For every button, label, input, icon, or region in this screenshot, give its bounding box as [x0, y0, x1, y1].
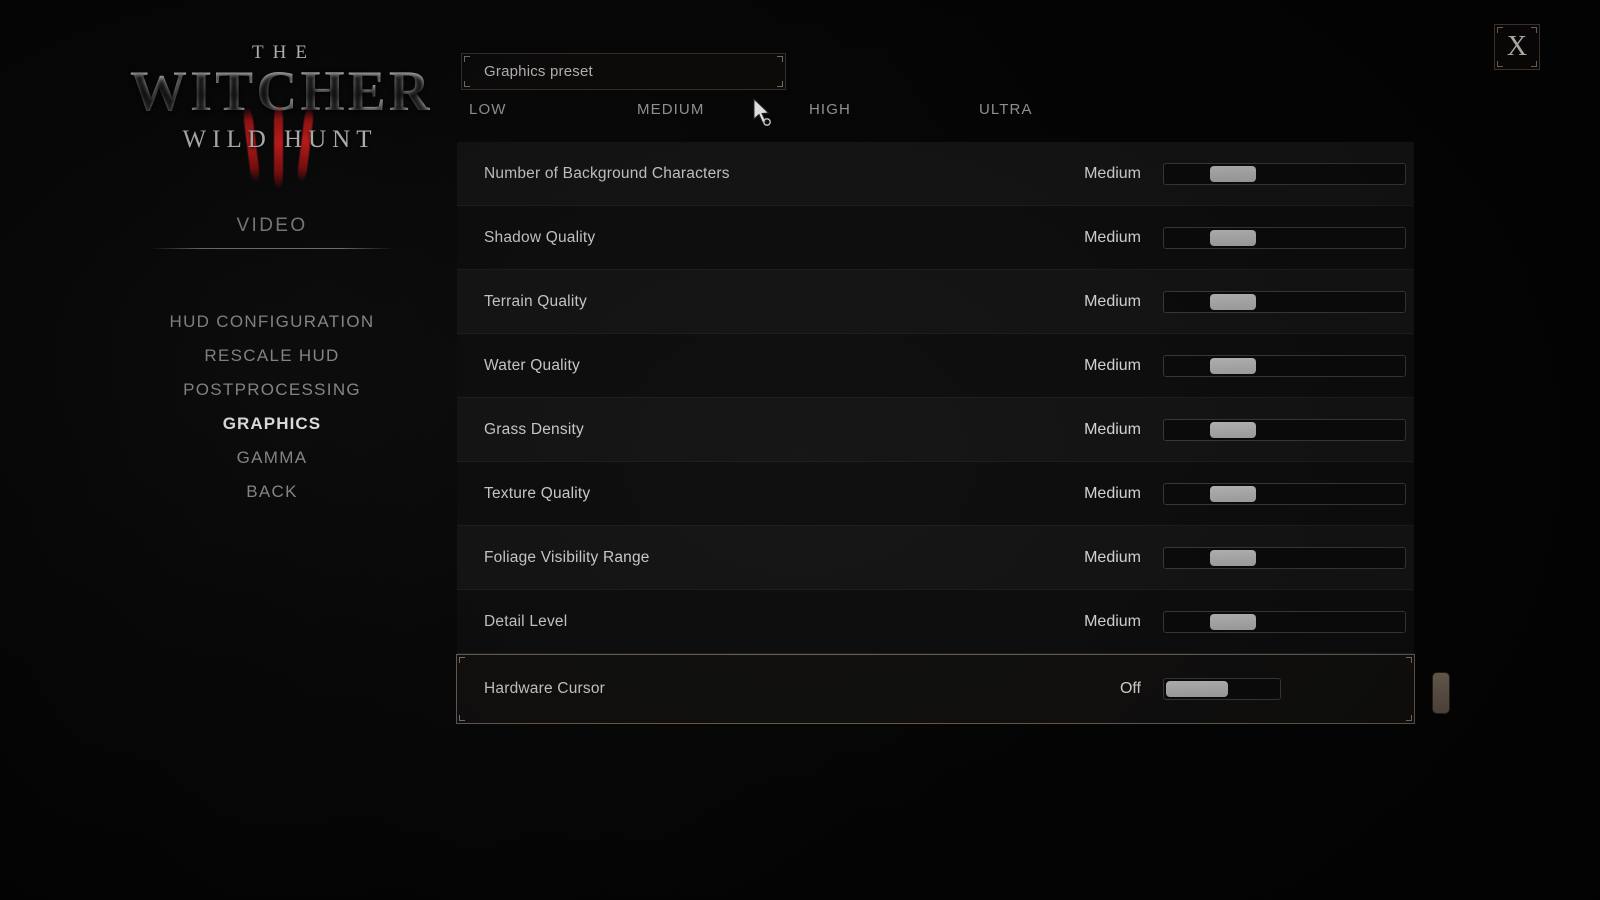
- setting-slider[interactable]: [1163, 678, 1281, 700]
- settings-row[interactable]: Shadow Quality Medium: [457, 206, 1414, 270]
- setting-slider[interactable]: [1163, 290, 1406, 313]
- logo-witcher-text: WITCHER: [130, 60, 433, 123]
- setting-slider[interactable]: [1163, 482, 1406, 505]
- sidebar-item-graphics[interactable]: GRAPHICS: [150, 407, 394, 441]
- setting-label: Foliage Visibility Range: [484, 548, 650, 566]
- settings-row[interactable]: Hardware Cursor Off: [456, 654, 1415, 724]
- setting-slider[interactable]: [1163, 162, 1406, 185]
- preset-tick-labels: LOW MEDIUM HIGH ULTRA: [461, 101, 1061, 125]
- settings-row[interactable]: Detail Level Medium: [457, 590, 1414, 654]
- corner-mark-br: [1406, 715, 1412, 721]
- slider-thumb[interactable]: [1166, 681, 1228, 697]
- settings-row[interactable]: Terrain Quality Medium: [457, 270, 1414, 334]
- sidebar-item-gamma[interactable]: GAMMA: [150, 441, 394, 475]
- sidebar-item-back[interactable]: BACK: [150, 475, 394, 509]
- setting-value: Medium: [1084, 484, 1141, 502]
- sidebar-menu: HUD CONFIGURATION RESCALE HUD POSTPROCESSI…: [150, 305, 394, 509]
- logo-wild-hunt-text: WILD HUNT: [182, 126, 378, 154]
- slider-thumb[interactable]: [1209, 549, 1256, 566]
- corner-mark-bl: [464, 81, 470, 87]
- corner-mark-tl: [1497, 27, 1503, 33]
- settings-row[interactable]: Water Quality Medium: [457, 334, 1414, 398]
- corner-mark-tr: [1531, 27, 1537, 33]
- scrollbar[interactable]: [1432, 148, 1450, 714]
- graphics-preset-label: Graphics preset: [484, 63, 593, 80]
- slider-thumb[interactable]: [1209, 485, 1256, 502]
- corner-mark-br: [1531, 61, 1537, 67]
- setting-value: Medium: [1084, 420, 1141, 438]
- slider-thumb[interactable]: [1209, 357, 1256, 374]
- setting-label: Water Quality: [484, 356, 580, 374]
- sidebar-item-hud-configuration[interactable]: HUD CONFIGURATION: [150, 305, 394, 339]
- corner-mark-tl: [459, 657, 465, 663]
- settings-row[interactable]: Foliage Visibility Range Medium: [457, 526, 1414, 590]
- setting-slider[interactable]: [1163, 610, 1406, 633]
- corner-mark-bl: [459, 715, 465, 721]
- sidebar-divider: [150, 248, 394, 249]
- corner-mark-tr: [777, 56, 783, 62]
- slider-thumb[interactable]: [1209, 165, 1256, 182]
- slider-thumb[interactable]: [1209, 613, 1256, 630]
- setting-value: Medium: [1084, 612, 1141, 630]
- game-logo: THE WITCHER WILD HUNT: [130, 42, 433, 190]
- setting-slider[interactable]: [1163, 418, 1406, 441]
- setting-slider[interactable]: [1163, 226, 1406, 249]
- settings-row[interactable]: Grass Density Medium: [457, 398, 1414, 462]
- setting-value: Off: [1119, 680, 1141, 697]
- preset-tick-ultra[interactable]: ULTRA: [979, 101, 1033, 118]
- scrollbar-thumb[interactable]: [1432, 672, 1450, 714]
- preset-tick-low[interactable]: LOW: [469, 101, 506, 118]
- setting-label: Number of Background Characters: [484, 164, 730, 182]
- close-button[interactable]: X: [1494, 24, 1540, 70]
- setting-label: Detail Level: [484, 612, 568, 630]
- corner-mark-tr: [1406, 657, 1412, 663]
- settings-row[interactable]: Number of Background Characters Medium: [457, 142, 1414, 206]
- corner-mark-tl: [464, 56, 470, 62]
- settings-row[interactable]: Texture Quality Medium: [457, 462, 1414, 526]
- setting-label: Texture Quality: [484, 484, 591, 502]
- setting-label: Hardware Cursor: [484, 680, 606, 697]
- slider-thumb[interactable]: [1209, 421, 1256, 438]
- setting-slider[interactable]: [1163, 354, 1406, 377]
- setting-value: Medium: [1084, 292, 1141, 310]
- sidebar-item-rescale-hud[interactable]: RESCALE HUD: [150, 339, 394, 373]
- sidebar-section-title: VIDEO: [236, 215, 308, 236]
- preset-tick-high[interactable]: HIGH: [809, 101, 851, 118]
- preset-tick-medium[interactable]: MEDIUM: [637, 101, 704, 118]
- setting-label: Terrain Quality: [484, 292, 587, 310]
- game-options-screen: THE WITCHER WILD HUNT VIDEO HUD CONFIGUR…: [0, 0, 1600, 900]
- setting-label: Shadow Quality: [484, 228, 596, 246]
- slider-thumb[interactable]: [1209, 229, 1256, 246]
- setting-label: Grass Density: [484, 420, 584, 438]
- sidebar: VIDEO HUD CONFIGURATION RESCALE HUD POSTPR…: [150, 215, 394, 509]
- sidebar-item-postprocessing[interactable]: POSTPROCESSING: [150, 373, 394, 407]
- slider-thumb[interactable]: [1209, 293, 1256, 310]
- setting-value: Medium: [1084, 356, 1141, 374]
- corner-mark-bl: [1497, 61, 1503, 67]
- settings-list: Number of Background Characters Medium Sha…: [456, 142, 1415, 724]
- graphics-preset-selector[interactable]: Graphics preset: [461, 53, 786, 90]
- setting-value: Medium: [1084, 548, 1141, 566]
- setting-slider[interactable]: [1163, 546, 1406, 569]
- setting-value: Medium: [1084, 164, 1141, 182]
- corner-mark-br: [777, 81, 783, 87]
- setting-value: Medium: [1084, 228, 1141, 246]
